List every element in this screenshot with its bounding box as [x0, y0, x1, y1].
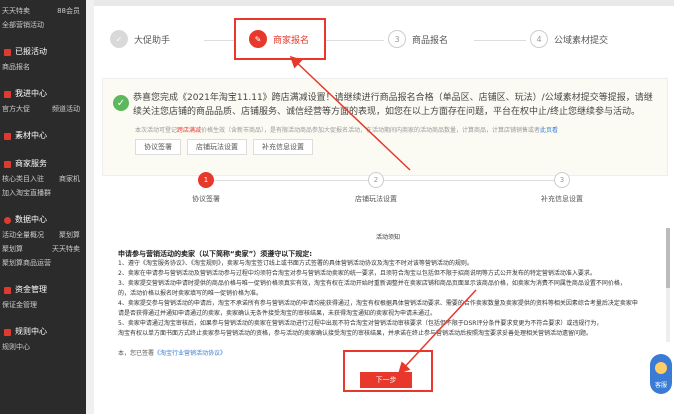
- agreement-line: 1、遵守《淘宝服务协议》、《淘宝规则》，卖家与淘宝签订线上或书面方式签署的具体营…: [118, 260, 473, 267]
- main-content: ✓ 大促助手 ✎ 商家报名 3 商品报名 4 公域素材提交 ✓ 恭喜您完成《20…: [94, 0, 674, 414]
- step-number: 4: [530, 30, 548, 48]
- sidebar-link-juhuasuan[interactable]: 聚划算: [59, 228, 80, 242]
- customer-service-icon: [655, 362, 667, 374]
- scrollbar-thumb[interactable]: [666, 228, 670, 288]
- agreement-footer: 本，您已签署《淘宝行业营销活动协议》: [118, 350, 227, 357]
- step-label: 商品报名: [412, 35, 449, 46]
- success-check-icon: ✓: [113, 95, 129, 111]
- agreement-line: 请是否获得通过并通知申请通过的卖家，卖家确认无条件接受淘宝的审核结果，未获得淘宝…: [118, 310, 437, 317]
- agreement-line: 淘宝有权以单方面书面方式终止卖家参与营销活动的资格，参与活动的卖家确认接受淘宝的…: [118, 330, 593, 337]
- sidebar-group-data[interactable]: 数据中心: [0, 212, 86, 228]
- sub-step-connector: [214, 180, 368, 181]
- sidebar-link-tiantian[interactable]: 天天特卖: [2, 4, 30, 18]
- sidebar-group-registered[interactable]: 已报活动: [0, 44, 86, 60]
- sidebar-link-product-ops[interactable]: 聚划算商品运营: [2, 256, 51, 270]
- top-bar: [94, 0, 674, 6]
- step-assistant[interactable]: ✓ 大促助手: [110, 30, 170, 48]
- agreement-text: 活动须知 申请参与营销活动的卖家（以下简称“卖家”）须遵守以下规定: 1、遵守《…: [118, 228, 658, 358]
- agreement-scrollbar[interactable]: [666, 228, 670, 342]
- sidebar-group-center[interactable]: 我进中心: [0, 86, 86, 102]
- sub-step-1[interactable]: 1: [198, 172, 214, 188]
- sidebar-link-live-group[interactable]: 加入淘宝直播群: [2, 186, 51, 200]
- shop-play-setting-button[interactable]: 店铺玩法设置: [187, 139, 247, 155]
- success-notice: ✓ 恭喜您完成《2021年淘宝11.11》跨店满减设置！请继续进行商品报名合格（…: [102, 78, 668, 176]
- sidebar-link-core-category[interactable]: 核心类目入驻: [2, 172, 44, 186]
- service-icon: [4, 160, 11, 168]
- extra-info-setting-button[interactable]: 补充信息设置: [253, 139, 313, 155]
- notice-link[interactable]: 此页看: [540, 127, 558, 134]
- data-icon: [4, 216, 11, 224]
- highlight-box-step: [234, 18, 326, 60]
- registered-icon: [4, 48, 11, 56]
- agreement-title: 活动须知: [375, 234, 400, 241]
- sidebar-row: 商品报名: [0, 60, 86, 74]
- sidebar-row: 官方大促 频道活动: [0, 102, 86, 116]
- sidebar-link-juhuasuan-2[interactable]: 聚划算: [2, 242, 23, 256]
- agreement-line: 的，活动价格以报名时卖家填写的唯一促销价格为准。: [118, 290, 263, 297]
- step-material-submit[interactable]: 4 公域素材提交: [530, 30, 608, 48]
- sidebar-link-merchant[interactable]: 商家机: [59, 172, 80, 186]
- agreement-sign-button[interactable]: 协议签署: [135, 139, 181, 155]
- sidebar-row: 聚划算 天天特卖: [0, 242, 86, 256]
- center-icon: [4, 90, 11, 98]
- next-step-button[interactable]: 下一步: [360, 372, 412, 388]
- step-label: 大促助手: [134, 35, 171, 46]
- step-connector: [326, 40, 384, 41]
- notice-text: 恭喜您完成《2021年淘宝11.11》跨店满减设置！请继续进行商品报名合格（单品…: [133, 93, 653, 117]
- check-icon: ✓: [110, 30, 128, 48]
- sidebar-link-deposit[interactable]: 保证金管理: [2, 298, 37, 312]
- rules-icon: [4, 328, 11, 336]
- agreement-line: 5、卖家申请通过淘宝审核后，如果参与营销活动的卖家在营销活动进行过程中出现不符合…: [118, 320, 603, 327]
- sidebar-link-official-promo[interactable]: 官方大促: [2, 102, 30, 116]
- notice-subtext: 本次活动可登记跨店满减价格生效（含新市商品），是有限活动商品参加大促报名活动，在…: [135, 127, 559, 134]
- customer-service-button[interactable]: 客服: [650, 354, 672, 394]
- sidebar-group-rules[interactable]: 规则中心: [0, 324, 86, 340]
- sub-step-label: 店铺玩法设置: [355, 195, 397, 203]
- sidebar-group-material[interactable]: 素材中心: [0, 128, 86, 144]
- sidebar-row: 聚划算商品运营: [0, 256, 86, 270]
- sidebar-row: 保证金管理: [0, 298, 86, 312]
- sidebar-group-funds[interactable]: 资金管理: [0, 282, 86, 298]
- sidebar-group-service[interactable]: 商家服务: [0, 156, 86, 172]
- sub-steps: 1 2 3 协议签署 店铺玩法设置 补充信息设置: [94, 168, 674, 208]
- sub-step-3[interactable]: 3: [554, 172, 570, 188]
- agreement-link[interactable]: 《淘宝行业营销活动协议》: [154, 350, 226, 357]
- sidebar-row: 加入淘宝直播群: [0, 186, 86, 200]
- agreement-line: 4、卖家提交参与营销活动的申请后，淘宝不承诺所有参与营销活动的申请均能获得通过，…: [118, 300, 638, 307]
- sidebar-row: 规则中心: [0, 340, 86, 354]
- sidebar-link-rules[interactable]: 规则中心: [2, 340, 30, 354]
- sidebar-row: 核心类目入驻 商家机: [0, 172, 86, 186]
- sidebar-link-overview[interactable]: 活动全量概况: [2, 228, 44, 242]
- sidebar-row: 活动全量概况 聚划算: [0, 228, 86, 242]
- sidebar-link-tiantian-2[interactable]: 天天特卖: [52, 242, 80, 256]
- sub-step-label: 补充信息设置: [541, 195, 583, 203]
- sub-step-2[interactable]: 2: [368, 172, 384, 188]
- sidebar-link-all-activities[interactable]: 全部营销活动: [0, 18, 86, 32]
- sidebar-link-88vip[interactable]: 88会员: [57, 4, 80, 18]
- step-connector: [204, 40, 234, 41]
- agreement-line: 2、卖家在申请参与营销活动及营销活动参与过程中均须符合淘宝对参与营销活动卖家的统…: [118, 270, 596, 277]
- step-label: 公域素材提交: [554, 35, 609, 46]
- step-product-signup[interactable]: 3 商品报名: [388, 30, 448, 48]
- step-number: 3: [388, 30, 406, 48]
- agreement-line: 3、卖家提交营销活动申请时提供的商品价格与唯一促销价格须真实有效，淘宝有权在活动…: [118, 280, 626, 287]
- sidebar: 天天特卖 88会员 全部营销活动 已报活动 商品报名 我进中心 官方大促 频道活动…: [0, 0, 86, 414]
- step-connector: [474, 40, 526, 41]
- sidebar-link-product-signup[interactable]: 商品报名: [2, 60, 30, 74]
- sub-step-label: 协议签署: [192, 195, 220, 203]
- notice-buttons: 协议签署 店铺玩法设置 补充信息设置: [135, 139, 313, 155]
- agreement-heading: 申请参与营销活动的卖家（以下简称“卖家”）须遵守以下规定:: [118, 250, 312, 258]
- notice-highlight: 跨店满减: [177, 127, 202, 134]
- funds-icon: [4, 286, 11, 294]
- sidebar-top-row: 天天特卖 88会员: [0, 4, 86, 18]
- material-icon: [4, 132, 11, 140]
- sidebar-link-channel[interactable]: 频道活动: [52, 102, 80, 116]
- sub-step-connector: [384, 180, 554, 181]
